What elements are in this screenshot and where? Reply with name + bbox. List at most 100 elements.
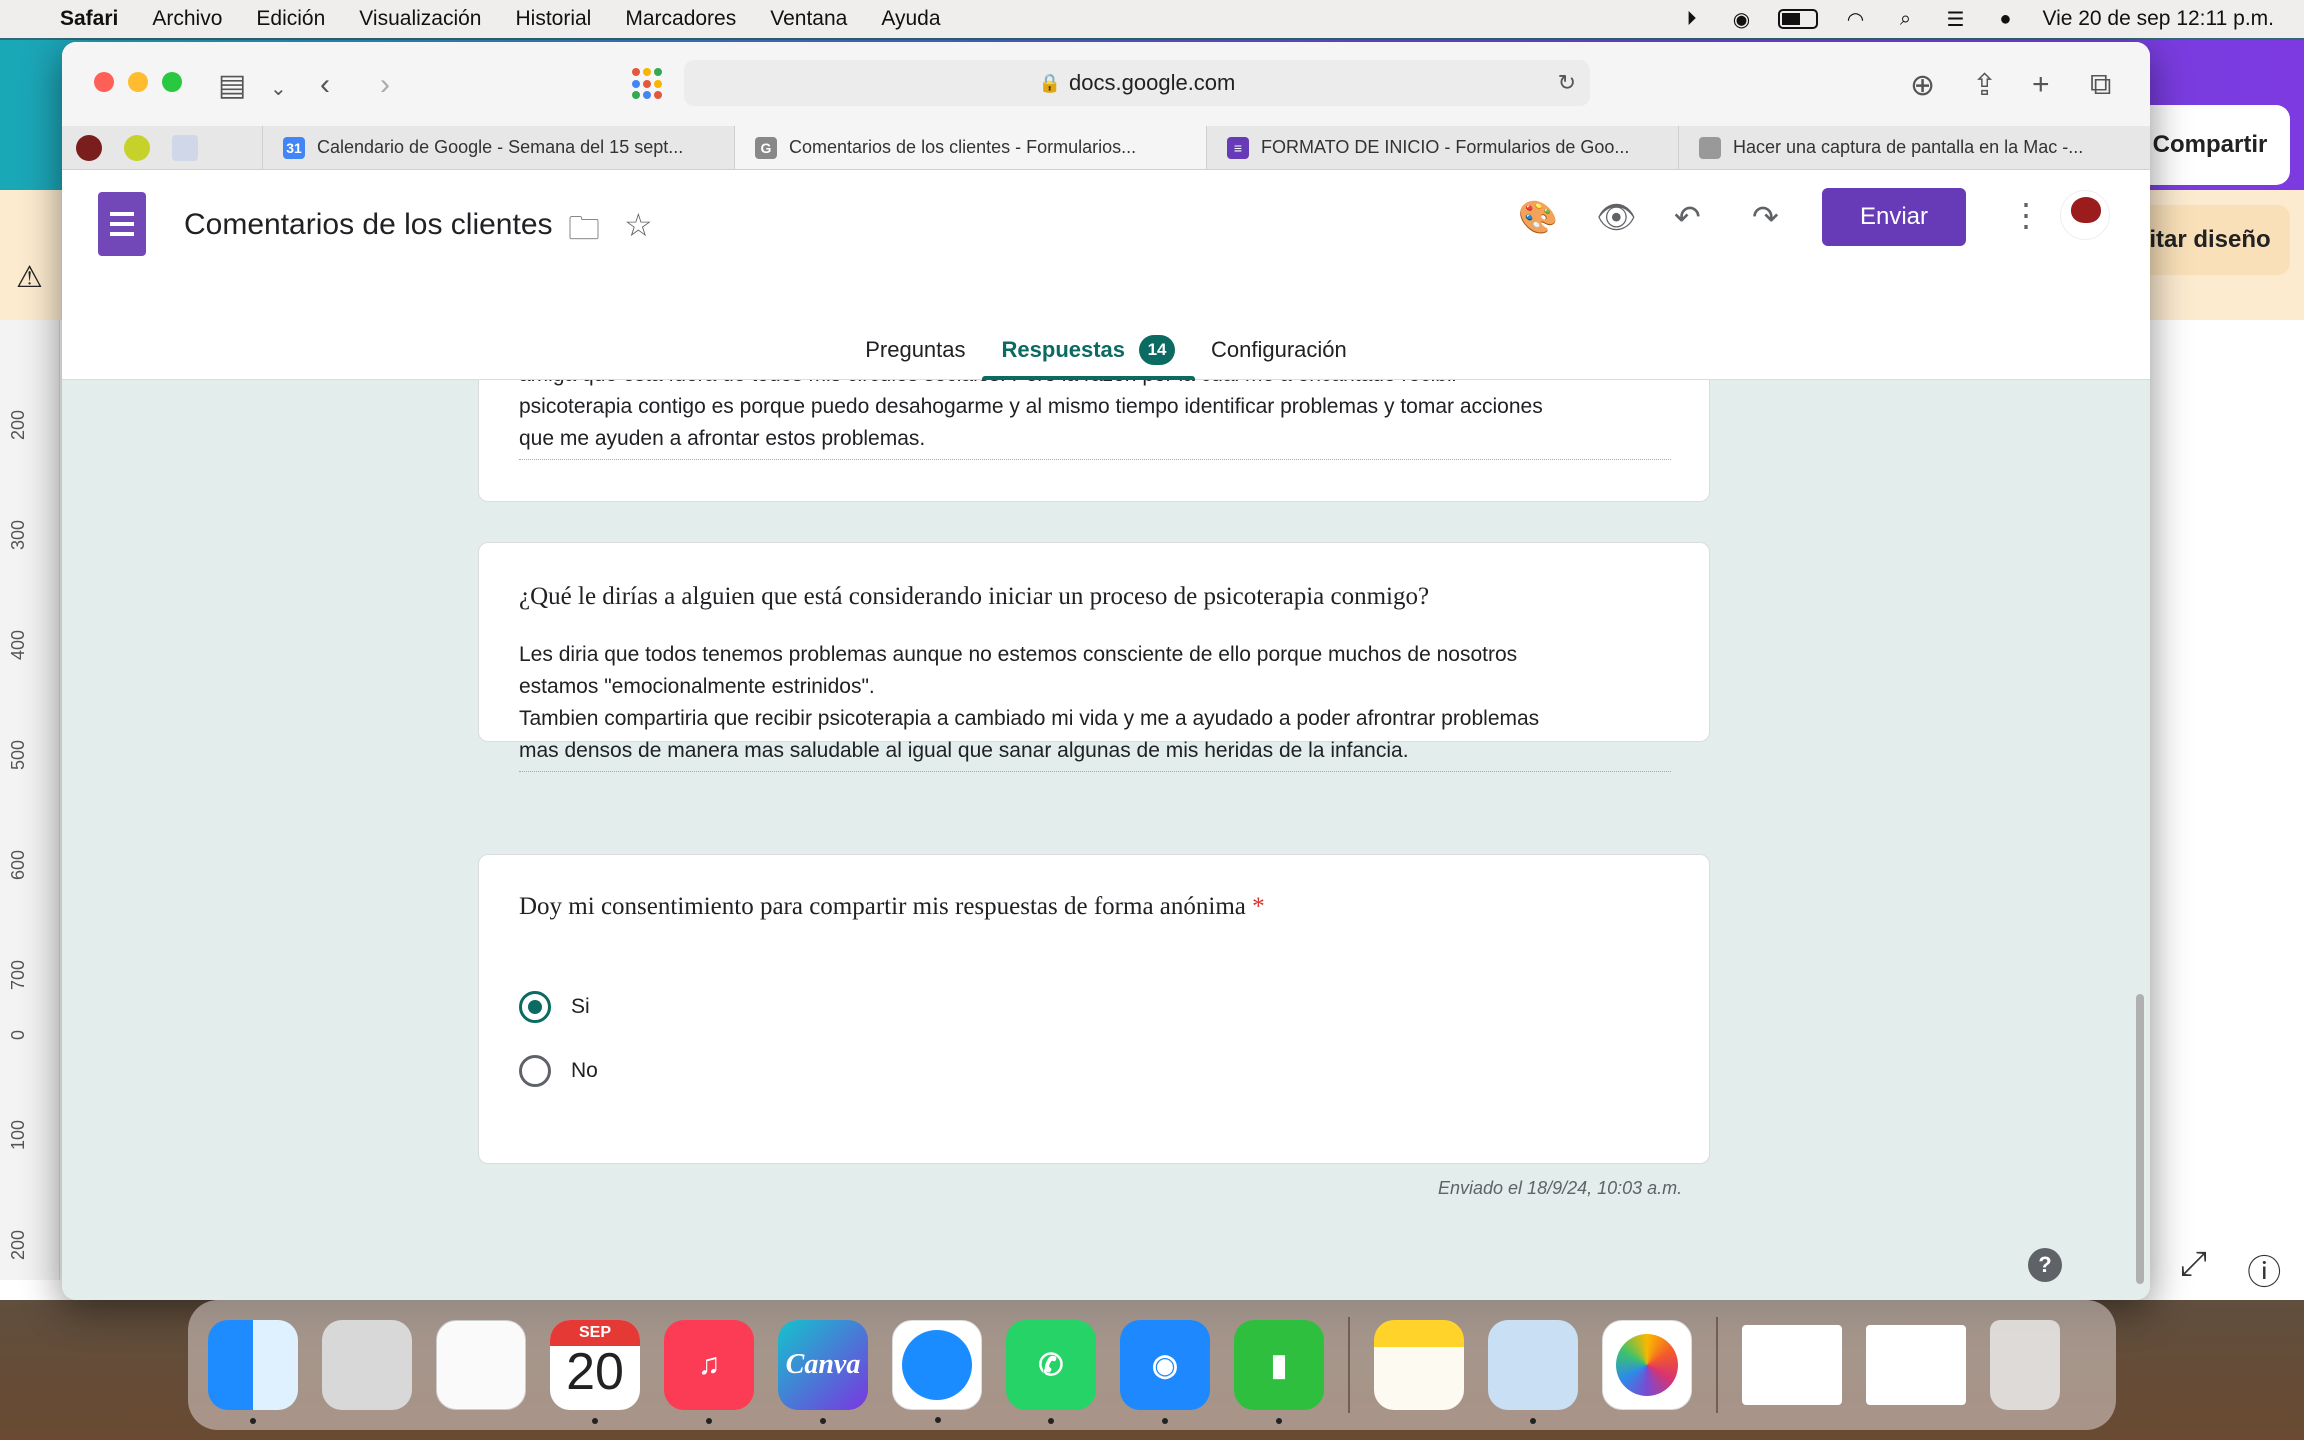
finder-icon[interactable] [208,1320,298,1424]
photos-icon[interactable] [1602,1320,1692,1410]
search-icon[interactable]: ⌕ [1892,8,1918,30]
safari-icon[interactable] [892,1320,982,1423]
reload-icon[interactable]: ↻ [1558,70,1576,96]
document-thumbnail-icon[interactable] [1742,1325,1842,1405]
tab-title: FORMATO DE INICIO - Formularios de Goo..… [1261,137,1630,157]
share-icon[interactable]: ⇪ [1972,68,1997,103]
fullscreen-icon[interactable]: ⤢ [2180,1245,2207,1294]
preview-eye-icon[interactable]: 👁 [1596,198,1637,236]
tab-comentarios[interactable]: G Comentarios de los clientes - Formular… [734,126,1206,169]
reminders-icon[interactable] [436,1320,526,1410]
numbers-icon[interactable]: ▮ [1234,1320,1324,1424]
launchpad-icon[interactable] [322,1320,412,1410]
back-icon[interactable]: ‹ [320,68,330,102]
background-share-button[interactable]: Compartir [2130,105,2290,185]
calendar-month: SEP [578,1324,611,1341]
menubar-clock[interactable]: Vie 20 de sep 12:11 p.m. [2042,7,2274,31]
new-tab-icon[interactable]: + [2032,68,2050,102]
tab-label: Preguntas [865,337,966,362]
tab-bar: 31 Calendario de Google - Semana del 15 … [62,126,2150,170]
answer-line: Les diria que todos tenemos problemas au… [519,643,1518,666]
pinned-tab-icon[interactable] [172,134,198,161]
ruler-mark: 700 [8,959,28,990]
form-title[interactable]: Comentarios de los clientes [184,208,553,242]
notes-icon[interactable] [1374,1320,1464,1410]
sidebar-toggle-icon[interactable]: ▤ [218,68,246,103]
scrollbar[interactable] [2136,994,2144,1284]
help-icon[interactable]: ? [2028,1248,2062,1282]
music-icon[interactable]: ♫ [664,1320,754,1424]
folder-icon[interactable]: 🗀 [568,206,600,260]
send-button[interactable]: Enviar [1822,188,1966,246]
tab-calendar[interactable]: 31 Calendario de Google - Semana del 15 … [262,126,734,169]
warning-icon: ⚠ [16,261,43,294]
pinned-tabs [62,126,262,169]
menu-ventana[interactable]: Ventana [770,7,847,31]
radio-unselected-icon[interactable] [519,1055,551,1087]
canva-icon[interactable]: Canva [778,1320,868,1424]
tab-label: Respuestas [1001,337,1126,362]
minimize-window-button[interactable] [128,72,148,92]
background-edit-design-button[interactable]: itar diseño [2130,205,2290,275]
chevron-down-icon[interactable]: ⌄ [270,76,287,101]
required-mark: * [1252,893,1265,920]
lock-icon: 🔒 [1038,72,1062,93]
google-icon: G [755,136,777,159]
tab-respuestas[interactable]: Respuestas 14 [981,320,1195,380]
answer-line: mas densos de manera mas saludable al ig… [519,739,1409,762]
tab-overview-icon[interactable]: ⧉ [2090,68,2111,102]
pinned-tab-icon[interactable] [124,134,150,161]
dock: SEP 20 ♫ Canva ✆ ◉ ▮ [188,1300,2116,1430]
avatar[interactable] [2060,190,2110,240]
menu-app-name[interactable]: Safari [60,7,118,31]
menu-archivo[interactable]: Archivo [152,7,222,31]
tab-captura[interactable]: Hacer una captura de pantalla en la Mac … [1678,126,2150,169]
wifi-icon[interactable]: ◠ [1842,8,1868,31]
option-no[interactable]: No [519,1055,598,1087]
radio-selected-icon[interactable] [519,991,551,1023]
keynote-icon[interactable]: ◉ [1120,1320,1210,1424]
option-si[interactable]: Si [519,991,590,1023]
tab-formato[interactable]: ≡ FORMATO DE INICIO - Formularios de Goo… [1206,126,1678,169]
calendar-app-icon[interactable]: SEP 20 [550,1320,640,1424]
download-icon[interactable]: ⊕ [1910,68,1935,103]
answer-text: amiga que esta fuera de todos mis circul… [519,380,1671,460]
menu-visualizacion[interactable]: Visualización [359,7,481,31]
preview-icon[interactable] [1488,1320,1578,1424]
address-bar[interactable]: 🔒 docs.google.com ↻ [684,60,1590,106]
siri-icon[interactable]: ● [1992,8,2018,30]
pinned-tab-icon[interactable] [76,134,102,161]
ruler-mark: 300 [8,519,28,550]
menu-edicion[interactable]: Edición [256,7,325,31]
more-options-icon[interactable]: ⋮ [2010,196,2042,234]
tab-overview-grid-icon[interactable] [632,68,664,100]
google-forms-logo-icon[interactable] [98,192,146,256]
user-icon[interactable]: ◉ [1728,8,1754,31]
control-center-icon[interactable]: ☰ [1942,8,1968,31]
menu-ayuda[interactable]: Ayuda [881,7,940,31]
response-card: ¿Qué le dirías a alguien que está consid… [478,542,1710,772]
palette-icon[interactable]: 🎨 [1518,198,1558,236]
safari-window: ▤ ⌄ ‹ › 🔒 docs.google.com ↻ ⊕ ⇪ + ⧉ 31 C… [62,42,2150,1300]
close-window-button[interactable] [94,72,114,92]
forward-icon[interactable]: › [380,68,390,102]
menu-marcadores[interactable]: Marcadores [625,7,736,31]
answer-line: psicoterapia contigo es porque puedo des… [519,395,1543,418]
ruler-mark: 100 [8,1119,28,1150]
screenshot-thumbnail-icon[interactable] [1866,1325,1966,1405]
tab-preguntas[interactable]: Preguntas [865,320,965,380]
undo-icon[interactable]: ↶ [1674,198,1701,236]
background-bottom-controls: ⤢ ⓘ [2180,1245,2281,1294]
trash-icon[interactable] [1990,1320,2060,1410]
tab-configuracion[interactable]: Configuración [1211,320,1347,380]
play-icon[interactable]: ⏵ [1678,8,1704,30]
menu-historial[interactable]: Historial [515,7,591,31]
whatsapp-icon[interactable]: ✆ [1006,1320,1096,1424]
ruler-mark: 400 [8,629,28,660]
tab-title: Calendario de Google - Semana del 15 sep… [317,137,684,157]
redo-icon[interactable]: ↷ [1752,198,1779,236]
help-icon[interactable]: ⓘ [2247,1245,2281,1294]
zoom-window-button[interactable] [162,72,182,92]
battery-icon[interactable] [1778,9,1819,29]
star-icon[interactable]: ☆ [624,206,653,244]
